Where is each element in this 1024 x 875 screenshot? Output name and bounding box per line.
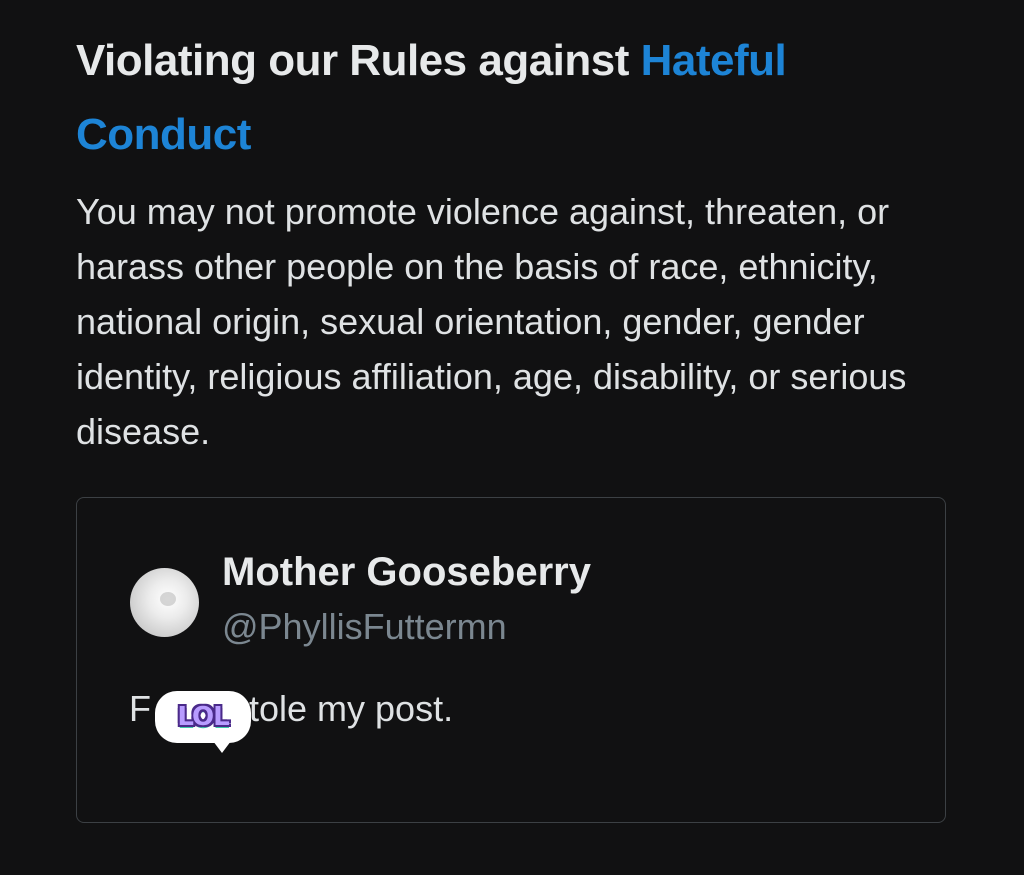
avatar[interactable]	[130, 568, 199, 637]
quoted-post-card[interactable]: Mother Gooseberry @PhyllisFuttermn Ft st…	[76, 497, 946, 823]
notice-body: You may not promote violence against, th…	[76, 191, 907, 452]
post-text-start: F	[129, 688, 151, 729]
lol-sticker: LOL	[155, 691, 251, 753]
author-handle[interactable]: @PhyllisFuttermn	[222, 606, 507, 648]
author-display-name[interactable]: Mother Gooseberry	[222, 550, 591, 595]
rule-violation-notice: Violating our Rules against Hateful Cond…	[76, 24, 956, 459]
notice-heading: Violating our Rules against Hateful Cond…	[76, 24, 956, 172]
lol-sticker-label: LOL	[177, 702, 229, 732]
notice-heading-text: Violating our Rules against	[76, 36, 641, 85]
